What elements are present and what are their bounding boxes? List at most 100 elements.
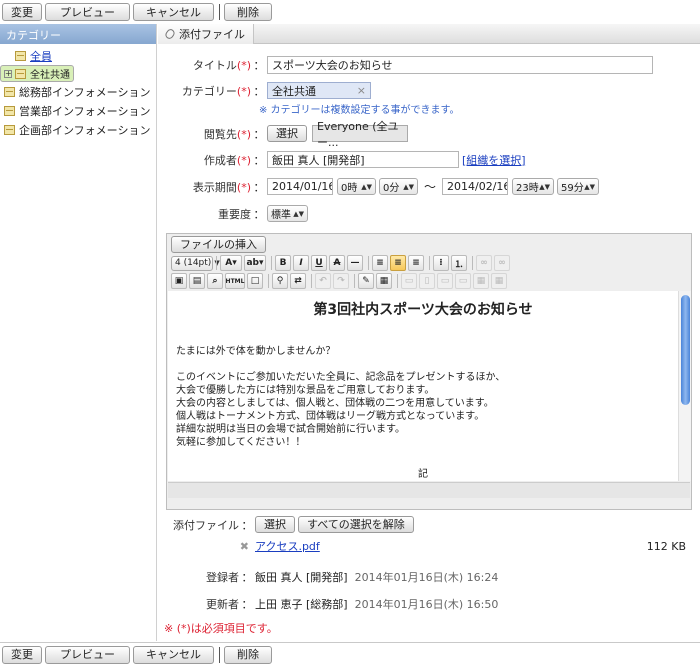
highlight-color-icon[interactable]: ab▾ (244, 255, 266, 271)
delete-button[interactable]: 削除 (224, 645, 272, 664)
end-minute-select[interactable]: 59分 ▲▼ (557, 178, 600, 195)
category-row: カテゴリー(*) ： 全社共通 × (158, 82, 700, 99)
sidebar-item-all[interactable]: 全員 (0, 46, 156, 65)
edit-icon[interactable]: ✎ (358, 273, 374, 289)
attach-label: 添付ファイル (173, 518, 239, 532)
replace-icon[interactable]: ⇄ (290, 273, 306, 289)
updater-label: 更新者 (206, 598, 239, 611)
sidebar-title: カテゴリー (0, 24, 156, 44)
align-right-icon[interactable]: ≡ (408, 255, 424, 271)
preview-button[interactable]: プレビュー (45, 3, 130, 21)
merge-cells-icon[interactable]: ▭ (437, 273, 453, 289)
viewer-label: 閲覧先(*) (203, 127, 251, 141)
folder-icon (4, 86, 15, 97)
fullscreen-icon[interactable]: □ (247, 273, 263, 289)
attach-select-button[interactable]: 選択 (255, 516, 295, 533)
attached-file-row: ✖ アクセス.pdf 112 KB (158, 538, 700, 554)
delete-button[interactable]: 削除 (224, 3, 272, 21)
author-label: 作成者(*) (203, 153, 251, 167)
sidebar-item-general-affairs[interactable]: 総務部インフォメーション (0, 82, 156, 101)
colon: ： (241, 518, 253, 532)
attached-file-link[interactable]: アクセス.pdf (255, 538, 320, 554)
cancel-button[interactable]: キャンセル (133, 3, 214, 21)
importance-select[interactable]: 標準 ▲▼ (267, 205, 308, 222)
save-icon[interactable]: ▣ (171, 273, 187, 289)
colon: ： (253, 153, 265, 167)
select-organization-link[interactable]: [組織を選択] (462, 152, 526, 168)
cancel-button[interactable]: キャンセル (133, 645, 214, 664)
table-icon[interactable]: ▦ (376, 273, 392, 289)
remove-icon[interactable]: × (357, 84, 366, 97)
viewer-chip[interactable]: Everyone (全ユー... (312, 120, 408, 149)
strikethrough-icon[interactable]: A (329, 255, 345, 271)
sidebar-item-label[interactable]: 全員 (30, 48, 52, 64)
title-input[interactable]: スポーツ大会のお知らせ (267, 56, 653, 74)
image-icon[interactable]: ▤ (189, 273, 205, 289)
editor-scrollbar[interactable] (678, 291, 691, 481)
change-button[interactable]: 変更 (2, 3, 42, 21)
scrollbar-thumb[interactable] (681, 295, 690, 405)
table-col-icon[interactable]: ▯ (419, 273, 435, 289)
bullet-list-icon[interactable]: ⁝ (433, 255, 449, 271)
align-center-icon[interactable]: ≡ (390, 255, 406, 271)
body-line: たまには外で体を動かしませんか？ (176, 346, 336, 357)
folder-icon (15, 68, 26, 79)
toolbar-separator (219, 4, 220, 20)
table-props-icon[interactable]: ▦ (473, 273, 489, 289)
category-note: ※ カテゴリーは複数設定する事ができます。 (259, 105, 460, 116)
editor-content[interactable]: 第3回社内スポーツ大会のお知らせ たまには外で体を動かしませんか？ このイベント… (168, 291, 678, 481)
split-cells-icon[interactable]: ▭ (455, 273, 471, 289)
font-size-select[interactable]: 4 (14pt) ▼ (171, 255, 220, 271)
sidebar-item-company[interactable]: + 全社共通 (0, 65, 74, 82)
tab-attachments[interactable]: 添付ファイル (158, 24, 254, 44)
unlink-icon[interactable]: ∞ (494, 255, 510, 271)
sidebar-item-label: 企画部インフォメーション (19, 123, 151, 137)
italic-icon[interactable]: I (293, 255, 309, 271)
start-date-input[interactable]: 2014/01/16 (267, 178, 333, 195)
bottom-toolbar: 変更 プレビュー キャンセル 削除 (0, 642, 700, 666)
required-footnote: ※ (*)は必須項目です。 (164, 622, 278, 635)
editor-insert-bar: ファイルの挿入 (167, 234, 691, 254)
html-source-icon[interactable]: HTML (225, 273, 245, 289)
horizontal-rule-icon[interactable]: — (347, 255, 363, 271)
table-row-icon[interactable]: ▭ (401, 273, 417, 289)
underline-icon[interactable]: U (311, 255, 327, 271)
ki-mark: 記 (418, 469, 428, 480)
author-input[interactable]: 飯田 真人 [開発部] (267, 151, 459, 168)
start-minute-select[interactable]: 0分 ▲▼ (379, 178, 418, 195)
change-button[interactable]: 変更 (2, 645, 42, 664)
sidebar-item-label: 営業部インフォメーション (19, 104, 151, 118)
start-hour-select[interactable]: 0時 ▲▼ (337, 178, 376, 195)
rich-text-editor: ファイルの挿入 4 (14pt) ▼ A▾ ab▾ B I U A — ≡ ≡ ≡… (166, 233, 692, 510)
redo-icon[interactable]: ↷ (333, 273, 349, 289)
align-left-icon[interactable]: ≡ (372, 255, 388, 271)
sidebar-item-planning[interactable]: 企画部インフォメーション (0, 120, 156, 139)
registrant-row: 登録者 ： 飯田 真人 [開発部] 2014年01月16日(木) 16:24 (158, 569, 700, 585)
undo-icon[interactable]: ↶ (315, 273, 331, 289)
remove-file-icon[interactable]: ✖ (158, 540, 255, 553)
font-color-icon[interactable]: A▾ (220, 255, 242, 271)
sidebar-item-sales[interactable]: 営業部インフォメーション (0, 101, 156, 120)
expand-icon[interactable]: + (4, 69, 12, 78)
category-label: カテゴリー(*) (181, 84, 251, 98)
viewer-select-button[interactable]: 選択 (267, 125, 307, 142)
find-icon[interactable]: ⚲ (272, 273, 288, 289)
clear-selection-button[interactable]: すべての選択を解除 (298, 516, 414, 533)
updater-name: 上田 恵子 [総務部] (255, 598, 348, 611)
category-chip[interactable]: 全社共通 × (267, 82, 371, 99)
numbered-list-icon[interactable]: ⒈ (451, 255, 467, 271)
paperclip-icon (163, 27, 177, 41)
editor-format-toolbar: 4 (14pt) ▼ A▾ ab▾ B I U A — ≡ ≡ ≡ ⁝ ⒈ ∞ ∞ (167, 254, 691, 272)
end-hour-select[interactable]: 23時 ▲▼ (512, 178, 555, 195)
bold-icon[interactable]: B (275, 255, 291, 271)
importance-label: 重要度 (218, 207, 251, 221)
insert-file-button[interactable]: ファイルの挿入 (171, 235, 266, 253)
print-preview-icon[interactable]: ⌕ (207, 273, 223, 289)
importance-row: 重要度 ： 標準 ▲▼ (158, 205, 700, 222)
tab-label: 添付ファイル (179, 28, 245, 41)
preview-button[interactable]: プレビュー (45, 645, 130, 664)
link-icon[interactable]: ∞ (476, 255, 492, 271)
end-date-input[interactable]: 2014/02/16 (442, 178, 509, 195)
cell-props-icon[interactable]: ▦ (491, 273, 507, 289)
updater-row: 更新者 ： 上田 恵子 [総務部] 2014年01月16日(木) 16:50 (158, 596, 700, 612)
